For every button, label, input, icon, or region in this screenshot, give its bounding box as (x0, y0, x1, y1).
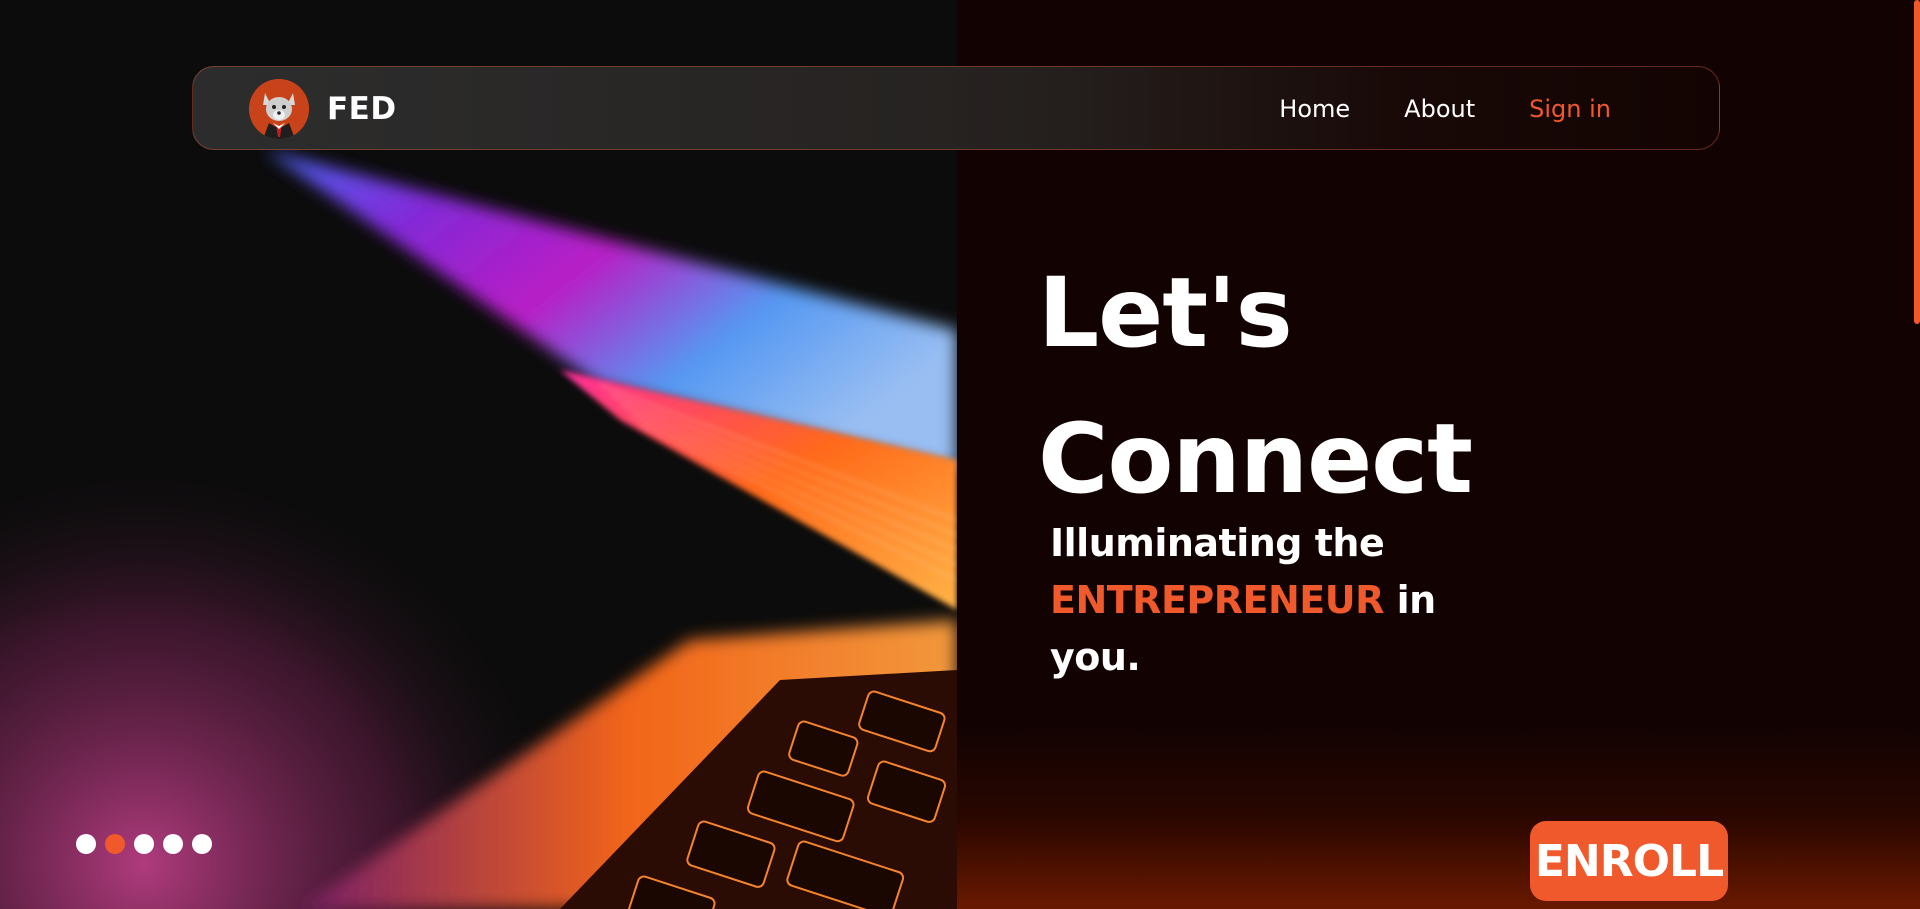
hero-headline: Let's Connect (1038, 240, 1473, 532)
carousel-dot-5[interactable] (192, 834, 212, 854)
nav-sign-in[interactable]: Sign in (1529, 95, 1611, 123)
headline-line-1: Let's (1038, 257, 1293, 369)
tagline-line-3: you. (1050, 635, 1141, 679)
carousel-dot-1[interactable] (76, 834, 96, 854)
carousel-dots (76, 834, 212, 854)
tagline-mid: in (1383, 578, 1437, 622)
brand[interactable]: FED (249, 79, 397, 139)
hero-tagline: Illuminating the ENTREPRENEUR in you. (1050, 515, 1470, 686)
tagline-line-1: Illuminating the (1050, 521, 1385, 565)
nav-about[interactable]: About (1404, 95, 1475, 123)
enroll-button[interactable]: ENROLL (1530, 821, 1728, 901)
headline-line-2: Connect (1038, 403, 1473, 515)
landing-page: FED Home About Sign in Let's Connect Ill… (0, 0, 1920, 909)
carousel-dot-2[interactable] (105, 834, 125, 854)
tagline-highlight: ENTREPRENEUR (1050, 578, 1384, 622)
scrollbar[interactable] (1914, 0, 1920, 909)
wolf-avatar-icon (249, 79, 309, 139)
carousel-dot-4[interactable] (163, 834, 183, 854)
nav-home[interactable]: Home (1279, 95, 1350, 123)
tagline-line-2: ENTREPRENEUR in (1050, 572, 1470, 629)
carousel-dot-3[interactable] (134, 834, 154, 854)
navbar: FED Home About Sign in (192, 66, 1720, 150)
scrollbar-thumb[interactable] (1914, 0, 1920, 324)
nav-links: Home About Sign in (1279, 67, 1611, 151)
brand-name: FED (327, 91, 397, 127)
